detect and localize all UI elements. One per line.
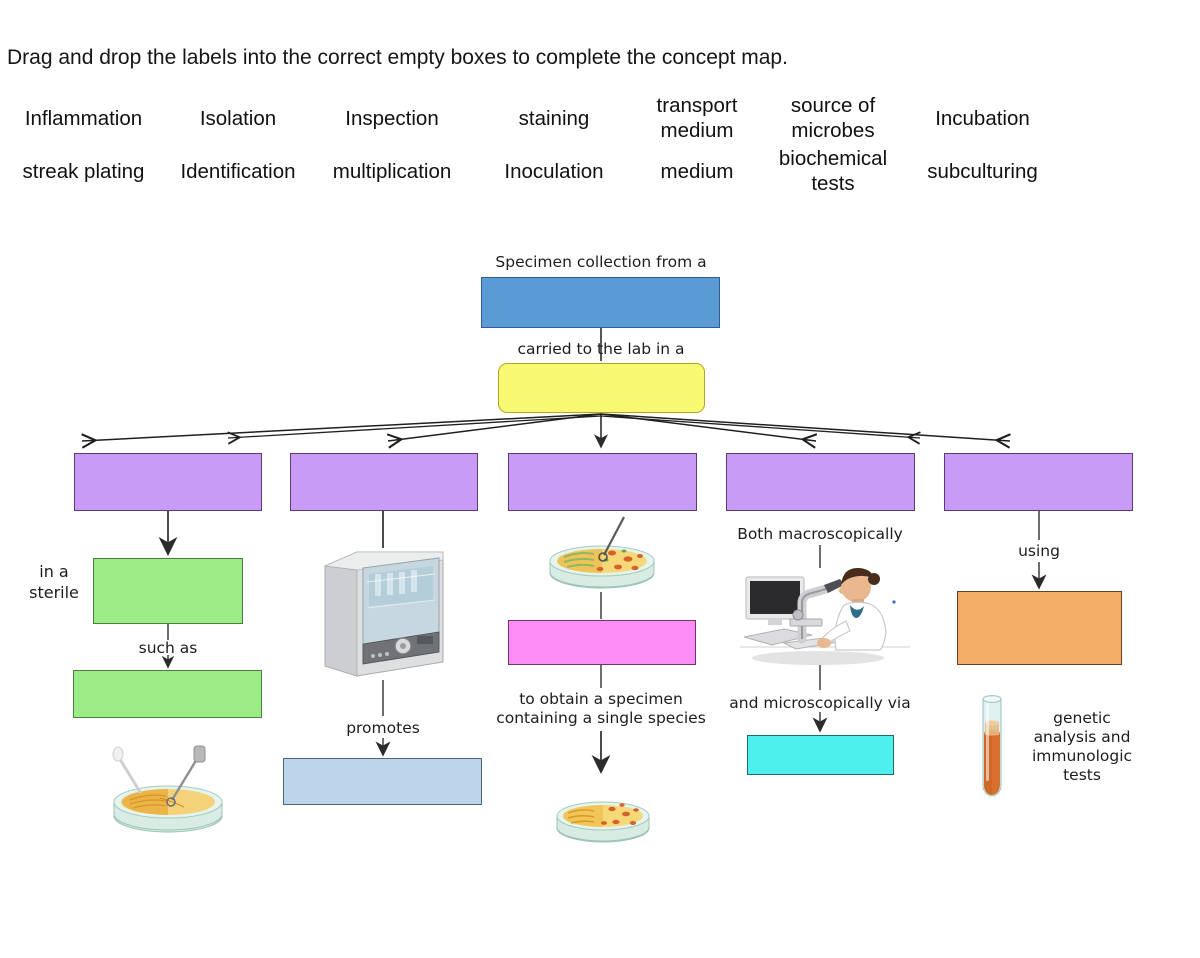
connector-in-a-sterile: in a sterile	[29, 562, 79, 602]
test-tube-image	[972, 693, 1012, 805]
concept-map-exercise-page: Drag and drop the labels into the correc…	[0, 0, 1200, 958]
dropbox-cyan-1[interactable]	[747, 735, 894, 775]
dropbox-yellow-transport-medium[interactable]	[498, 363, 705, 413]
dropbox-pink-1[interactable]	[508, 620, 696, 665]
connector-both-macroscopically: Both macroscopically	[737, 525, 903, 543]
dropbox-purple-2[interactable]	[290, 453, 478, 511]
scientist-at-microscope-image	[740, 563, 910, 668]
connector-and-microscopically: and microscopically via	[729, 694, 911, 712]
connector-to-obtain-specimen: to obtain a specimen containing a single…	[496, 690, 706, 727]
petri-dish-inoculated-image	[540, 513, 664, 595]
petri-dish-streak-plate-image	[100, 742, 236, 836]
dropbox-lightblue-1[interactable]	[283, 758, 482, 805]
connector-using: using	[1018, 542, 1060, 560]
connector-specimen-collection: Specimen collection from a	[495, 253, 707, 271]
connector-such-as: such as	[138, 639, 198, 657]
dropbox-purple-5[interactable]	[944, 453, 1133, 511]
petri-dish-colonies-image	[548, 778, 658, 850]
connector-carried-to-lab: carried to the lab in a	[517, 340, 685, 358]
dropbox-purple-4[interactable]	[726, 453, 915, 511]
laboratory-incubator-image	[317, 548, 451, 680]
concept-map: Specimen collection from a carried to th…	[0, 0, 1200, 958]
dropbox-green-1[interactable]	[93, 558, 243, 624]
dropbox-green-2[interactable]	[73, 670, 262, 718]
connector-genetic-tests: genetic analysis and immunologic tests	[1031, 709, 1133, 784]
dropbox-blue-source-of-microbes[interactable]	[481, 277, 720, 328]
dropbox-purple-3[interactable]	[508, 453, 697, 511]
connector-promotes: promotes	[346, 719, 420, 737]
dropbox-purple-1[interactable]	[74, 453, 262, 511]
dropbox-orange-1[interactable]	[957, 591, 1122, 665]
